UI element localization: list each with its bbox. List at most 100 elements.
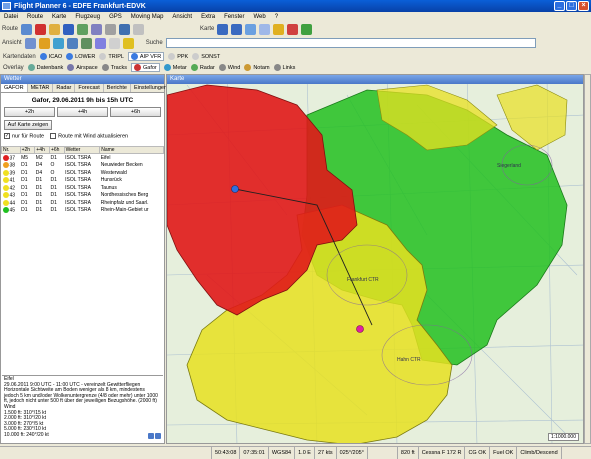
edit-icon[interactable] — [77, 23, 89, 35]
open-folder-icon[interactable] — [49, 23, 61, 35]
destination-waypoint[interactable] — [356, 325, 364, 333]
tab-metar[interactable]: METAR — [28, 84, 54, 92]
overlay-tracks[interactable]: Tracks — [101, 64, 127, 71]
menu-moving-map[interactable]: Moving Map — [131, 14, 164, 20]
zoom-out-icon[interactable] — [231, 23, 243, 35]
status-field: Climb/Descend — [517, 447, 562, 459]
overlay-airspace[interactable]: Airspace — [67, 64, 98, 71]
menu-web[interactable]: Web — [253, 14, 265, 20]
menu-route[interactable]: Route — [27, 14, 43, 20]
route-wind-checkbox[interactable]: Route mit Wind aktualisieren — [50, 133, 128, 139]
menu-gps[interactable]: GPS — [109, 14, 122, 20]
print-icon[interactable] — [105, 23, 117, 35]
status-field: 50:43:08 — [212, 447, 241, 459]
overlay-metar[interactable]: Metar — [163, 64, 187, 71]
settings-icon[interactable] — [133, 23, 145, 35]
map-panel[interactable]: Karte Frankfurt CTR Hahn CTR Siegerland — [166, 74, 584, 444]
table-row[interactable]: 42 D1 D1 D1 ISOL TSRA Taunus — [2, 184, 164, 192]
gafor-map[interactable]: Frankfurt CTR Hahn CTR Siegerland — [167, 75, 584, 444]
tab-radar[interactable]: Radar — [53, 84, 76, 92]
tab-forecast[interactable]: Forecast — [75, 84, 104, 92]
plus-2h-button[interactable]: +2h — [4, 107, 55, 117]
menu-ansicht[interactable]: Ansicht — [172, 14, 192, 20]
delete-icon[interactable] — [35, 23, 47, 35]
col-6h[interactable]: +6h — [48, 146, 65, 155]
menu-flugzeug[interactable]: Flugzeug — [75, 14, 100, 20]
new-route-icon[interactable] — [21, 23, 33, 35]
col-4h[interactable]: +4h — [34, 146, 50, 155]
departure-waypoint[interactable] — [231, 185, 239, 193]
remove-waypoint-icon[interactable] — [287, 23, 299, 35]
weather-panel: Wetter GAFOR METAR Radar Forecast Berich… — [0, 74, 172, 444]
gafor-title: Gafor, 29.06.2011 9h bis 15h UTC — [31, 97, 134, 104]
row-h2: D1 — [21, 162, 28, 169]
menu-karte[interactable]: Karte — [52, 14, 66, 20]
overlay-wind[interactable]: Wind — [218, 64, 240, 71]
overlay-notam[interactable]: Notam — [244, 64, 270, 71]
table-row[interactable]: 45 D1 D1 D1 ISOL TSRA Rhein-Main-Gebiet ur — [2, 206, 164, 214]
table-row[interactable]: 41 D1 D1 D1 ISOL TSRA Hunsrück — [2, 176, 164, 184]
globe-icon[interactable] — [52, 37, 64, 49]
chart-tripl[interactable]: TRIPL — [99, 53, 124, 60]
menu-extra[interactable]: Extra — [201, 14, 215, 20]
weather-icon[interactable] — [80, 37, 92, 49]
route-only-checkbox[interactable]: nur für Route — [4, 133, 44, 139]
overlay-gafor[interactable]: Gafor — [130, 63, 160, 72]
layers-icon[interactable] — [108, 37, 120, 49]
overlay-datenbank[interactable]: Datenbank — [27, 64, 63, 71]
close-button[interactable]: × — [578, 1, 589, 11]
star-icon[interactable] — [122, 37, 134, 49]
table-row[interactable]: 38 D1 D4 O ISOL TSRA Neuwieder Becken — [2, 161, 164, 169]
sun-icon[interactable] — [38, 37, 50, 49]
col-wetter[interactable]: Wetter — [63, 146, 101, 155]
export-icon[interactable] — [119, 23, 131, 35]
secondary-toolbar: Ansicht Suche — [0, 36, 591, 50]
menu-help[interactable]: ? — [275, 14, 278, 20]
radar-icon[interactable] — [94, 37, 106, 49]
kartendaten-label: Kartendaten — [3, 53, 36, 60]
move-icon[interactable] — [245, 23, 257, 35]
vertical-scrollbar[interactable] — [584, 74, 591, 444]
table-row[interactable]: 43 D1 D1 D1 ISOL TSRA Nordhessisches Berg — [2, 191, 164, 199]
row-wetter: ISOL TSRA — [65, 207, 91, 214]
col-nr[interactable]: Nr. — [1, 146, 21, 155]
airplane-icon[interactable] — [273, 23, 285, 35]
save-icon[interactable] — [63, 23, 75, 35]
chart-icao[interactable]: ICAO — [39, 53, 62, 60]
gafor-table: Nr. +2h +4h +6h Wetter Name 37 M5 M2 D1 ISOL… — [1, 146, 164, 214]
list-icon[interactable] — [91, 23, 103, 35]
tab-einstellungen[interactable]: Einstellungen — [131, 84, 172, 92]
overlay-links[interactable]: Links — [273, 64, 295, 71]
minimize-button[interactable]: _ — [554, 1, 565, 11]
zoom-in-icon[interactable] — [217, 23, 229, 35]
mail-icon[interactable] — [66, 37, 78, 49]
plus-4h-button[interactable]: +4h — [57, 107, 108, 117]
grid-icon[interactable] — [259, 23, 271, 35]
menu-fenster[interactable]: Fenster — [224, 14, 244, 20]
view-icon[interactable] — [24, 37, 36, 49]
table-row[interactable]: 37 M5 M2 D1 ISOL TSRA Eifel — [2, 154, 164, 162]
tab-gafor[interactable]: GAFOR — [1, 84, 28, 92]
row-nr: 42 — [2, 184, 21, 192]
chart-lower[interactable]: LOWER — [66, 53, 95, 60]
print-icon[interactable] — [148, 433, 154, 439]
table-row[interactable]: 39 D1 D4 O ISOL TSRA Westerwald — [2, 169, 164, 177]
col-name[interactable]: Name — [99, 146, 164, 155]
ansicht-label: Ansicht — [2, 40, 22, 46]
tab-berichte[interactable]: Berichte — [104, 84, 131, 92]
maximize-button[interactable]: □ — [566, 1, 577, 11]
menu-bar: Datei Route Karte Flugzeug GPS Moving Ma… — [0, 12, 591, 22]
map-scale[interactable]: 1:1000.000 — [547, 433, 579, 441]
plus-6h-button[interactable]: +6h — [110, 107, 161, 117]
show-on-map-button[interactable]: Auf Karte zeigen — [4, 120, 52, 130]
table-row[interactable]: 44 D1 D1 D1 ISOL TSRA Rheinpfalz und Saarl. — [2, 199, 164, 207]
chart-aip-vfr[interactable]: AIP VFR — [127, 52, 165, 61]
menu-datei[interactable]: Datei — [4, 14, 18, 20]
close-icon[interactable] — [155, 433, 161, 439]
chart-sonst[interactable]: SONST — [192, 53, 220, 60]
col-2h[interactable]: +2h — [19, 146, 36, 155]
add-waypoint-icon[interactable] — [301, 23, 313, 35]
search-input[interactable] — [165, 38, 536, 48]
chart-ppk[interactable]: PPK — [168, 53, 188, 60]
overlay-radar[interactable]: Radar — [190, 64, 215, 71]
